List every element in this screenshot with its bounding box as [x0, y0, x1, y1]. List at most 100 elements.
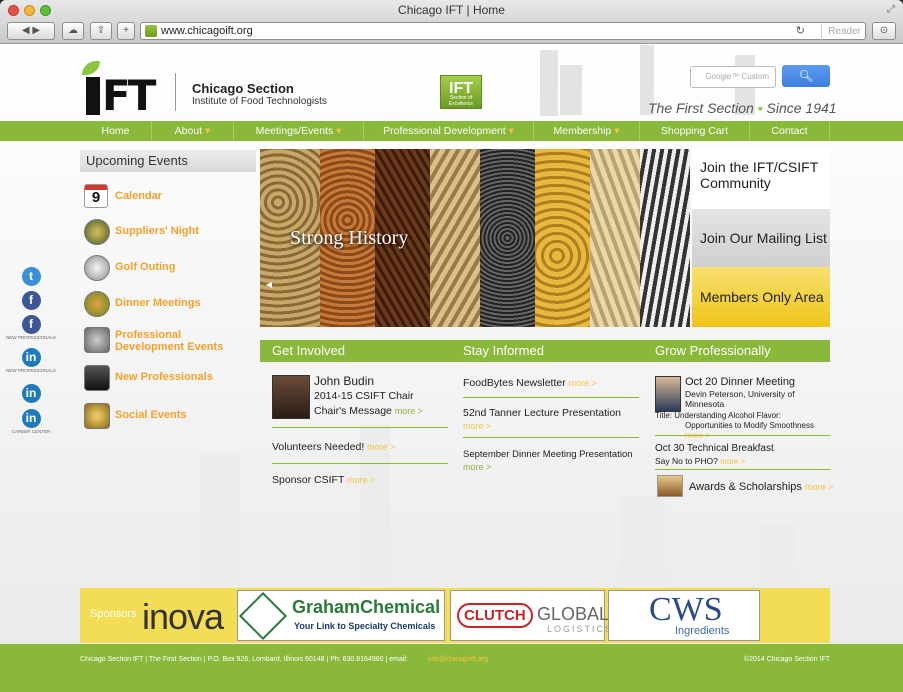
join-community-button[interactable]: Join the IFT/CSIFT Community	[692, 149, 830, 209]
get-involved-heading: Get Involved	[272, 343, 345, 358]
facebook-new-professionals-link[interactable]: f NEW PROFESSIONALS	[0, 315, 62, 341]
event-professional-development[interactable]: Professional Development Events	[80, 325, 260, 361]
search-input[interactable]: Google™ Custom	[690, 66, 776, 88]
nav-professional-development[interactable]: Professional Development ▾	[364, 121, 534, 141]
event-suppliers-night[interactable]: Suppliers' Night	[80, 217, 260, 247]
graham-name: GrahamChemical	[292, 597, 441, 617]
oct30-link[interactable]: Say No to PHO? more >	[655, 455, 745, 468]
footer-copyright: ©2014 Chicago Section IFT	[743, 656, 830, 663]
september-presentation-link[interactable]: September Dinner Meeting Presentation mor…	[463, 448, 633, 474]
url-text: www.chicagoift.org	[161, 25, 253, 37]
grow-professionally-heading: Grow Professionally	[655, 343, 771, 358]
event-golf-outing[interactable]: Golf Outing	[80, 253, 260, 283]
foodbytes-link[interactable]: FoodBytes Newsletter more >	[463, 377, 597, 390]
drink-icon	[84, 403, 110, 429]
skyline-decoration	[560, 65, 582, 115]
skyline-decoration	[200, 455, 240, 585]
footer-address: Chicago Section IFT | The First Section …	[80, 656, 408, 663]
downloads-icon[interactable]: ⊙	[872, 22, 896, 40]
previous-slide-icon[interactable]: ◂	[266, 277, 272, 291]
nav-about[interactable]: About ▾	[152, 121, 234, 141]
speaker-photo	[655, 376, 681, 412]
event-new-professionals[interactable]: New Professionals	[80, 363, 260, 393]
org-subtitle: Institute of Food Technologists	[192, 96, 327, 107]
sponsor-graham-chemical[interactable]: GrahamChemical Your Link to Specialty Ch…	[237, 590, 445, 641]
nav-membership[interactable]: Membership ▾	[534, 121, 640, 141]
linkedin-icon: in	[21, 384, 41, 403]
linkedin-career-center-link[interactable]: in CAREER CENTER	[0, 409, 62, 435]
graham-tagline: Your Link to Specialty Chemicals	[294, 621, 436, 631]
add-bookmark-icon[interactable]: +	[117, 22, 135, 40]
sponsor-csift-link[interactable]: Sponsor CSIFT more >	[272, 474, 375, 487]
divider	[272, 427, 448, 428]
stay-informed-heading: Stay Informed	[463, 343, 544, 358]
sponsor-cws-ingredients[interactable]: CWS Ingredients	[608, 590, 760, 641]
divider	[655, 435, 830, 436]
linkedin-icon: in	[21, 409, 41, 428]
mailing-list-button[interactable]: Join Our Mailing List	[692, 209, 830, 267]
briefcase-icon	[84, 365, 110, 391]
icloud-tabs-icon[interactable]: ☁	[62, 22, 84, 40]
footer-email-link[interactable]: info@chicagoift.org	[428, 656, 488, 663]
nav-home[interactable]: Home	[80, 121, 152, 141]
facebook-link[interactable]: f	[0, 291, 62, 310]
upcoming-events-heading: Upcoming Events	[80, 150, 256, 172]
facebook-icon: f	[21, 291, 41, 310]
linkedin-icon: in	[21, 348, 41, 367]
twitter-link[interactable]: t	[0, 267, 62, 286]
hero-caption: Strong History	[290, 227, 409, 249]
browser-toolbar: Chicago IFT | Home ⤢ ◀ ▶ ☁ ⇪ + www.chica…	[0, 0, 903, 44]
chair-role: 2014-15 CSIFT Chair	[314, 390, 414, 402]
reader-button[interactable]: Reader	[821, 24, 861, 40]
gear-icon	[84, 327, 110, 353]
reload-icon[interactable]: ↻	[796, 23, 805, 39]
logo-divider	[175, 73, 176, 111]
ift-logo[interactable]: FT	[80, 57, 160, 117]
divider	[463, 397, 639, 398]
graham-logo-icon	[238, 591, 288, 641]
suppliers-icon	[84, 219, 110, 245]
linkedin-new-professionals-link[interactable]: in NEW PROFESSIONALS	[0, 348, 62, 374]
address-bar[interactable]: www.chicagoift.org ↻ Reader	[140, 22, 866, 40]
clutch-global: GLOBAL	[537, 604, 610, 624]
oct20-speaker: Devin Peterson, University of Minnesota	[685, 389, 795, 409]
calendar-icon: 9	[84, 184, 108, 208]
skyline-decoration	[620, 495, 665, 585]
chair-name: John Budin	[314, 374, 375, 388]
sponsor-clutch-global[interactable]: CLUTCH GLOBAL LOGISTICS	[450, 590, 611, 641]
linkedin-link[interactable]: in	[0, 384, 62, 403]
browser-window: Chicago IFT | Home ⤢ ◀ ▶ ☁ ⇪ + www.chica…	[0, 0, 903, 692]
oct30-title: Oct 30 Technical Breakfast	[655, 443, 774, 454]
sponsor-inova[interactable]: Sponsors inova	[80, 590, 234, 641]
awards-link[interactable]: Awards & Scholarships more >	[689, 481, 833, 494]
divider	[655, 469, 830, 470]
search-button[interactable]: 🔍︎	[782, 65, 830, 87]
nav-contact[interactable]: Contact	[750, 121, 830, 141]
tanner-lecture-link[interactable]: 52nd Tanner Lecture Presentation more >	[463, 407, 621, 433]
chair-photo	[272, 375, 310, 419]
awards-icon	[657, 475, 683, 497]
event-dinner-meetings[interactable]: Dinner Meetings	[80, 289, 260, 319]
divider	[463, 437, 639, 438]
divider	[272, 463, 448, 464]
nav-meetings-events[interactable]: Meetings/Events ▾	[234, 121, 364, 141]
clutch-logistics: LOGISTICS	[547, 624, 614, 634]
cws-ingredients: Ingredients	[675, 625, 730, 637]
chairs-message-link[interactable]: Chair's Message more >	[314, 405, 423, 418]
back-forward-buttons[interactable]: ◀ ▶	[7, 22, 55, 40]
nav-shopping-cart[interactable]: Shopping Cart	[640, 121, 750, 141]
oct20-topic-link[interactable]: Title: Understanding Alcohol Flavor: Opp…	[655, 411, 830, 441]
oct20-title: Oct 20 Dinner Meeting	[685, 376, 796, 388]
members-only-button[interactable]: Members Only Area	[692, 267, 830, 327]
skyline-decoration	[540, 50, 558, 116]
event-social-events[interactable]: Social Events	[80, 401, 260, 431]
volunteers-link[interactable]: Volunteers Needed! more >	[272, 441, 395, 454]
fullscreen-icon[interactable]: ⤢	[887, 4, 895, 15]
org-name: Chicago Section	[192, 81, 294, 96]
main-nav: Home About ▾ Meetings/Events ▾ Professio…	[0, 121, 903, 141]
event-calendar[interactable]: 9 Calendar	[80, 182, 260, 212]
sponsors-label: Sponsors	[90, 608, 137, 620]
leaf-icon	[82, 61, 100, 75]
hero-slideshow[interactable]: Strong History ◂	[260, 149, 690, 327]
share-icon[interactable]: ⇪	[90, 22, 112, 40]
